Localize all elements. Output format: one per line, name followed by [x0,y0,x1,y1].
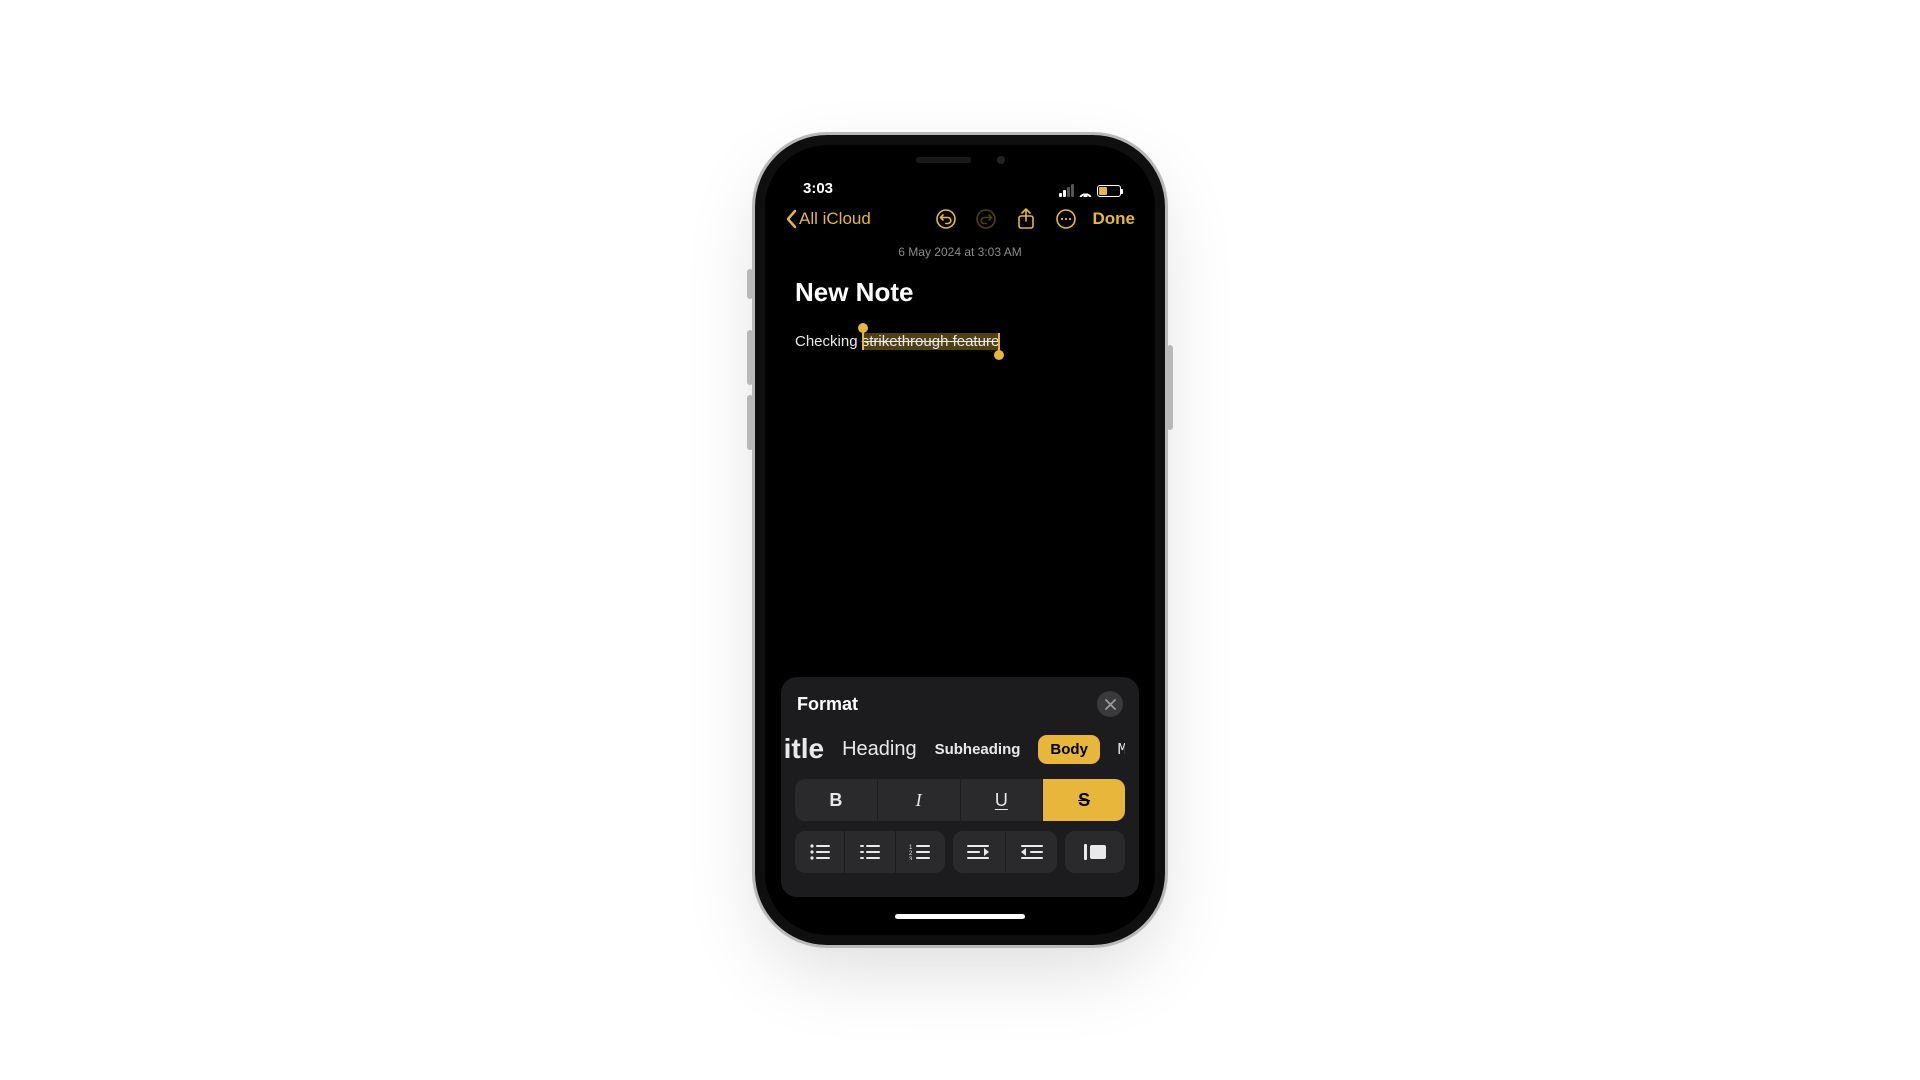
list-segment: 123 [795,831,945,873]
sheet-title: Format [797,694,858,715]
indent-button[interactable] [1006,831,1058,873]
wifi-icon [1078,186,1093,197]
format-sheet: Format Title Heading Subheading Body Mon… [781,677,1139,897]
svg-text:3: 3 [909,857,913,860]
cellular-icon [1059,184,1074,197]
nav-bar: All iCloud Done [775,197,1145,241]
notch [865,145,1055,175]
share-button[interactable] [1013,206,1039,232]
done-button[interactable]: Done [1093,209,1136,229]
status-time: 3:03 [803,180,833,197]
note-body-text: Checking [795,333,862,350]
indent-icon [1019,844,1043,860]
style-subheading[interactable]: Subheading [935,741,1021,758]
bulleted-list-button[interactable] [795,831,845,873]
style-heading[interactable]: Heading [842,738,917,761]
numbered-list-icon: 123 [909,844,931,860]
mute-switch [747,269,753,299]
note-timestamp: 6 May 2024 at 3:03 AM [775,245,1145,259]
screen: 3:03 All iCloud [775,155,1145,925]
text-selection[interactable]: strikethrough feature [862,333,1000,350]
numbered-list-button[interactable]: 123 [896,831,945,873]
outdent-button[interactable] [953,831,1006,873]
close-button[interactable] [1097,691,1123,717]
phone-frame: 3:03 All iCloud [765,145,1155,935]
style-body[interactable]: Body [1038,735,1100,764]
undo-button[interactable] [933,206,959,232]
volume-up-button [747,330,753,385]
more-icon [1055,208,1077,230]
note-title[interactable]: New Note [795,277,1125,308]
redo-icon [975,208,997,230]
dashed-list-icon [859,844,881,860]
power-button [1167,345,1173,430]
more-button[interactable] [1053,206,1079,232]
strikethrough-button[interactable]: S [1043,779,1125,821]
block-quote-segment [1065,831,1125,873]
note-body-selected: strikethrough feature [862,333,1000,350]
dashed-list-button[interactable] [845,831,895,873]
close-icon [1105,699,1116,710]
redo-button [973,206,999,232]
style-mono[interactable]: Monost [1118,740,1125,758]
paragraph-style-row[interactable]: Title Heading Subheading Body Monost [785,729,1125,779]
indent-segment [953,831,1057,873]
back-label: All iCloud [799,209,871,229]
text-format-segment: B I U S [795,779,1125,821]
home-indicator[interactable] [895,914,1025,919]
bold-button[interactable]: B [795,779,878,821]
selection-handle-end[interactable] [994,350,1004,360]
bulleted-list-icon [809,844,831,860]
underline-button[interactable]: U [961,779,1044,821]
italic-button[interactable]: I [878,779,961,821]
block-quote-button[interactable] [1065,831,1125,873]
battery-icon [1097,185,1121,197]
back-button[interactable]: All iCloud [785,209,871,229]
share-icon [1016,207,1036,231]
block-quote-icon [1083,843,1107,861]
volume-down-button [747,395,753,450]
outdent-icon [967,844,991,860]
chevron-left-icon [785,209,797,229]
undo-icon [935,208,957,230]
note-body[interactable]: Checking strikethrough feature [795,332,1125,352]
selection-handle-start[interactable] [858,323,868,333]
style-title[interactable]: Title [785,733,824,765]
